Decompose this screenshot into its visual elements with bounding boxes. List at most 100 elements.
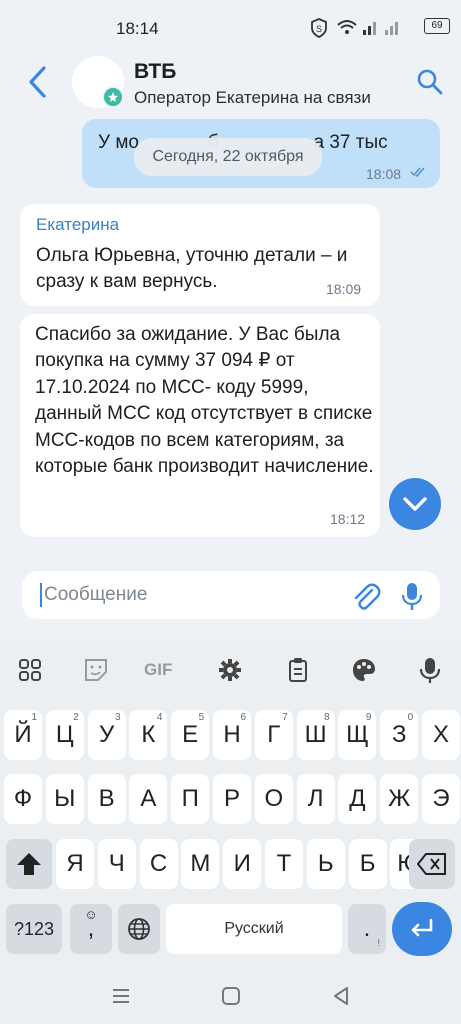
key-label: Б (359, 850, 376, 877)
key-label: Ж (388, 785, 411, 812)
key-keyboard-row1-1[interactable]: Ц2 (45, 710, 84, 760)
paperclip-icon (354, 583, 381, 610)
key-hint: 3 (115, 712, 121, 723)
kb-theme-button[interactable] (346, 652, 382, 688)
key-keyboard-row1-4[interactable]: Е5 (171, 710, 210, 760)
mic-icon (419, 658, 441, 683)
emoji-comma-key[interactable]: ☺ , (70, 904, 112, 954)
voice-message-button[interactable] (400, 580, 424, 612)
key-hint: 9 (365, 712, 372, 723)
shift-icon (17, 853, 41, 875)
enter-key[interactable] (392, 902, 452, 956)
key-label: В (98, 785, 115, 812)
home-icon (222, 987, 240, 1005)
key-label: Й (14, 721, 32, 748)
kb-voice-button[interactable] (412, 652, 448, 688)
key-keyboard-row2-7[interactable]: Л (296, 774, 335, 824)
key-keyboard-row1-9[interactable]: З0 (380, 710, 419, 760)
key-label: С (149, 850, 168, 877)
key-keyboard-row3-0[interactable]: Я (56, 839, 94, 889)
key-keyboard-row2-6[interactable]: О (254, 774, 293, 824)
key-keyboard-row3-7[interactable]: Б (348, 839, 387, 889)
key-keyboard-row3-3[interactable]: М (181, 839, 220, 889)
key-label: З (391, 721, 407, 748)
key-label: Г (267, 721, 281, 748)
key-keyboard-row3-5[interactable]: Т (265, 839, 303, 889)
status-icons: S 69 (310, 18, 450, 40)
key-label: К (141, 721, 156, 748)
key-keyboard-row3-2[interactable]: С (139, 839, 178, 889)
key-keyboard-row3-1[interactable]: Ч (97, 839, 136, 889)
key-keyboard-row2-9[interactable]: Ж (380, 774, 419, 824)
incoming-message-time: 18:09 (326, 281, 362, 297)
key-keyboard-row1-6[interactable]: Г7 (254, 710, 293, 760)
svg-text:S: S (316, 24, 322, 34)
home-button[interactable] (220, 985, 242, 1012)
incoming-message-time-2: 18:12 (330, 511, 366, 527)
key-label: Е (182, 721, 199, 748)
key-keyboard-row2-8[interactable]: Д (338, 774, 377, 824)
period-key[interactable]: . ! (348, 904, 386, 954)
status-time: 18:14 (116, 19, 159, 38)
back-arrow-icon (29, 66, 46, 98)
key-keyboard-row2-10[interactable]: Э (422, 774, 460, 824)
key-hint: 7 (282, 712, 288, 723)
chat-title: ВТБ (134, 60, 177, 83)
key-label: Л (307, 785, 324, 812)
incoming-message-text: Ольга Юрьевна, уточню детали – и сразу к… (36, 245, 348, 292)
key-keyboard-row1-3[interactable]: К4 (129, 710, 168, 760)
key-hint: 8 (324, 712, 330, 723)
kb-settings-button[interactable] (212, 652, 248, 688)
chat-subtitle: Оператор Екатерина на связи (134, 88, 371, 107)
key-keyboard-row3-4[interactable]: И (223, 839, 262, 889)
backspace-key[interactable] (409, 839, 455, 889)
key-keyboard-row2-0[interactable]: Ф (4, 774, 42, 824)
key-keyboard-row1-10[interactable]: Х (422, 710, 460, 760)
shift-key[interactable] (6, 839, 52, 889)
key-keyboard-row1-2[interactable]: У3 (87, 710, 126, 760)
key-label: Ь (317, 850, 334, 877)
sticker-icon (85, 659, 107, 681)
recent-apps-button[interactable] (110, 986, 132, 1011)
key-keyboard-row3-6[interactable]: Ь (306, 839, 345, 889)
back-button[interactable] (22, 64, 54, 100)
outgoing-message-time: 18:08 (366, 166, 402, 182)
key-keyboard-row2-5[interactable]: Р (213, 774, 251, 824)
key-label: Ы (54, 785, 76, 812)
key-keyboard-row1-7[interactable]: Ш8 (296, 710, 335, 760)
triangle-back-icon (334, 987, 348, 1005)
scroll-down-button[interactable] (389, 478, 441, 530)
backspace-icon (416, 853, 446, 875)
key-keyboard-row2-1[interactable]: Ы (45, 774, 84, 824)
kb-apps-button[interactable] (12, 652, 48, 688)
key-label: Щ (346, 721, 369, 748)
nav-back-button[interactable] (330, 985, 352, 1012)
key-label: П (181, 785, 199, 812)
key-keyboard-row2-3[interactable]: А (129, 774, 168, 824)
numbers-key[interactable]: ?123 (6, 904, 62, 954)
attach-button[interactable] (350, 580, 382, 612)
key-label: Ш (304, 721, 327, 748)
settings-icon (219, 659, 241, 681)
key-keyboard-row2-2[interactable]: В (87, 774, 126, 824)
key-label: Х (432, 721, 449, 748)
key-keyboard-row1-8[interactable]: Щ9 (338, 710, 377, 760)
period-key-label: . (363, 915, 371, 942)
message-input[interactable] (44, 572, 334, 618)
date-divider: Сегодня, 22 октября (134, 138, 322, 176)
key-label: Э (432, 785, 450, 812)
kb-sticker-button[interactable] (78, 652, 114, 688)
signal-icon-2 (384, 18, 402, 41)
chevron-down-icon (403, 497, 427, 511)
key-hint: 2 (73, 712, 79, 723)
key-label: Н (223, 721, 241, 748)
kb-gif-button[interactable]: GIF (144, 652, 180, 688)
key-keyboard-row1-0[interactable]: Й1 (4, 710, 42, 760)
search-icon (417, 69, 443, 95)
language-key[interactable] (118, 904, 160, 954)
key-keyboard-row1-5[interactable]: Н6 (213, 710, 251, 760)
kb-clipboard-button[interactable] (280, 652, 316, 688)
key-keyboard-row2-4[interactable]: П (171, 774, 210, 824)
space-key[interactable]: Русский (166, 904, 342, 954)
search-button[interactable] (415, 67, 445, 97)
